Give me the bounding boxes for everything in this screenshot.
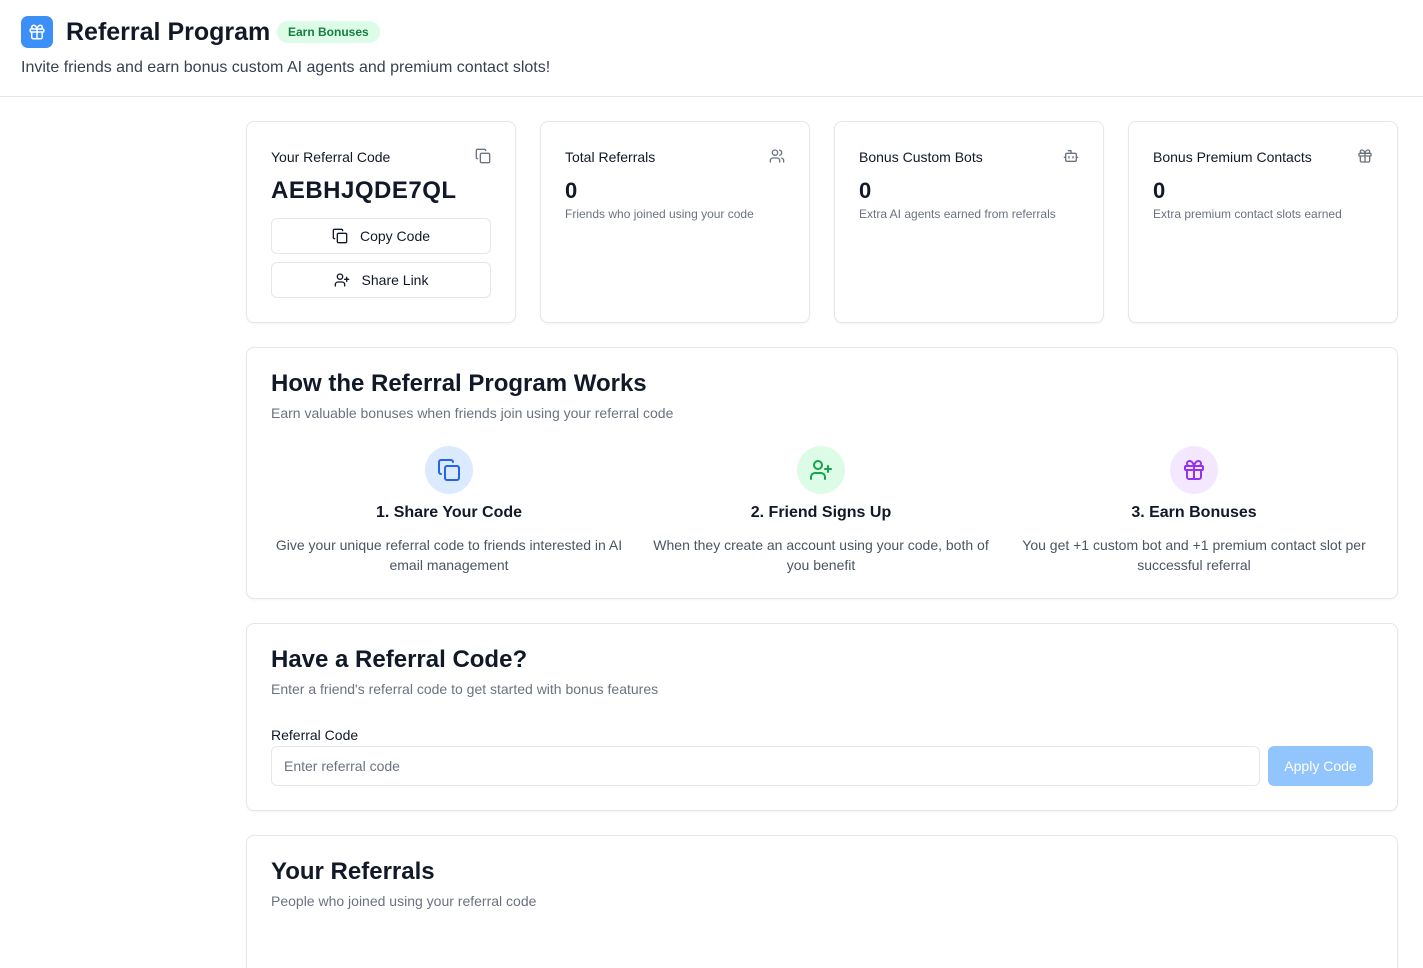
page-title: Referral Program [66, 18, 271, 46]
step-earn-bonuses: 3. Earn Bonuses You get +1 custom bot an… [1014, 446, 1374, 575]
referral-code-label: Your Referral Code [271, 149, 391, 165]
have-code-subtitle: Enter a friend's referral code to get st… [271, 681, 659, 697]
apply-code-button[interactable]: Apply Code [1268, 746, 1373, 786]
gift-icon [21, 16, 53, 48]
bonus-contacts-label: Bonus Premium Contacts [1153, 149, 1312, 165]
earn-bonuses-badge: Earn Bonuses [277, 21, 380, 43]
your-referrals-card: Your Referrals People who joined using y… [246, 835, 1398, 968]
bonus-contacts-card: Bonus Premium Contacts 0 Extra premium c… [1128, 121, 1398, 323]
step-title: 3. Earn Bonuses [1131, 504, 1257, 521]
step-title: 2. Friend Signs Up [750, 504, 892, 521]
gift-icon [1357, 148, 1373, 164]
copy-code-label: Copy Code [359, 228, 431, 244]
bot-icon [1063, 148, 1079, 164]
share-link-label: Share Link [361, 272, 429, 288]
step-desc: You get +1 custom bot and +1 premium con… [1022, 537, 1366, 573]
bonus-bots-desc: Extra AI agents earned from referrals [859, 207, 1056, 221]
total-referrals-card: Total Referrals 0 Friends who joined usi… [540, 121, 810, 323]
users-icon [769, 148, 785, 164]
referral-code-value: AEBHJQDE7QL [271, 177, 457, 204]
total-referrals-label: Total Referrals [565, 149, 656, 165]
how-it-works-card: How the Referral Program Works Earn valu… [246, 347, 1398, 599]
referral-code-field-label: Referral Code [271, 727, 359, 743]
referral-code-card: Your Referral Code AEBHJQDE7QL Copy Code… [246, 121, 516, 323]
total-referrals-value: 0 [565, 178, 578, 203]
total-referrals-desc: Friends who joined using your code [565, 207, 754, 221]
bonus-contacts-desc: Extra premium contact slots earned [1153, 207, 1342, 221]
page-subtitle: Invite friends and earn bonus custom AI … [21, 59, 551, 76]
step-friend-signs-up: 2. Friend Signs Up When they create an a… [641, 446, 1001, 575]
bonus-bots-label: Bonus Custom Bots [859, 149, 983, 165]
your-referrals-subtitle: People who joined using your referral co… [271, 893, 537, 909]
gift-icon [1170, 446, 1218, 494]
user-plus-icon [334, 273, 349, 287]
step-share-code: 1. Share Your Code Give your unique refe… [269, 446, 629, 575]
step-title: 1. Share Your Code [375, 504, 523, 521]
user-plus-icon [797, 446, 845, 494]
copy-code-button[interactable]: Copy Code [271, 218, 491, 254]
copy-icon[interactable] [475, 148, 491, 164]
how-it-works-title: How the Referral Program Works [271, 370, 647, 397]
copy-icon [425, 446, 473, 494]
page-header: Referral Program Earn Bonuses Invite fri… [0, 0, 1423, 97]
have-code-title: Have a Referral Code? [271, 646, 528, 673]
step-desc: Give your unique referral code to friend… [275, 537, 623, 573]
your-referrals-title: Your Referrals [271, 858, 435, 885]
have-code-card: Have a Referral Code? Enter a friend's r… [246, 623, 1398, 811]
copy-icon [332, 228, 348, 244]
step-desc: When they create an account using your c… [653, 537, 989, 573]
how-it-works-subtitle: Earn valuable bonuses when friends join … [271, 405, 674, 421]
bonus-contacts-value: 0 [1153, 178, 1166, 203]
bonus-bots-card: Bonus Custom Bots 0 Extra AI agents earn… [834, 121, 1104, 323]
share-link-button[interactable]: Share Link [271, 262, 491, 298]
referral-code-input[interactable] [271, 746, 1260, 786]
bonus-bots-value: 0 [859, 178, 872, 203]
